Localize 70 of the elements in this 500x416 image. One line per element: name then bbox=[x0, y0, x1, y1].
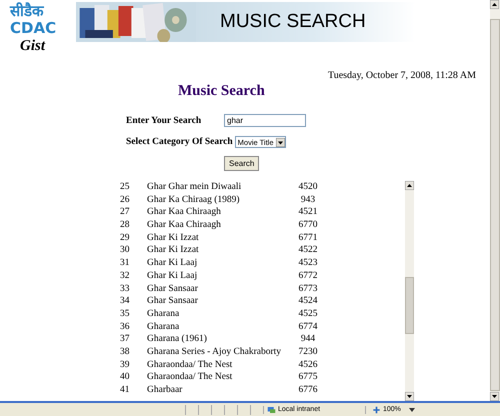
category-label: Select Category Of Search bbox=[126, 137, 233, 147]
row-number: 37 bbox=[120, 333, 130, 346]
movie-title: Ghar Ki Izzat bbox=[147, 244, 200, 258]
movie-code: 6775 bbox=[298, 371, 318, 384]
logo-text: CDAC bbox=[10, 20, 58, 36]
page-heading: Music Search bbox=[177, 83, 266, 100]
logo-tagline: Gist bbox=[19, 37, 46, 56]
search-label: Enter Your Search bbox=[126, 116, 202, 126]
movie-code: 4526 bbox=[298, 358, 318, 372]
row-number: 36 bbox=[120, 320, 130, 334]
row-number: 35 bbox=[120, 308, 130, 321]
movie-title: Ghar Kaa Chiraagh bbox=[147, 206, 222, 220]
row-number: 39 bbox=[120, 358, 130, 372]
movie-code: 6776 bbox=[298, 384, 318, 397]
scroll-down-icon[interactable] bbox=[490, 392, 499, 401]
movie-code: 6771 bbox=[298, 232, 318, 244]
row-number: 29 bbox=[120, 232, 130, 244]
movie-code: 6770 bbox=[298, 219, 318, 232]
movie-code: 4520 bbox=[298, 181, 318, 194]
movie-title: Ghar Ghar mein Diwaali bbox=[147, 181, 242, 194]
dropdown-arrow-icon bbox=[276, 138, 285, 146]
movie-title: Ghar Ki Izzat bbox=[147, 232, 200, 244]
movie-code: 6774 bbox=[298, 320, 318, 334]
row-number: 25 bbox=[120, 181, 130, 194]
scroll-up-icon[interactable] bbox=[490, 0, 499, 9]
movie-code: 4524 bbox=[298, 295, 318, 308]
movie-title: Ghar Sansaar bbox=[147, 295, 199, 308]
row-number: 32 bbox=[120, 270, 130, 282]
network-icon bbox=[267, 406, 276, 414]
movie-title: Gharana Series - Ajoy Chakraborty bbox=[147, 346, 282, 359]
zoom-icon bbox=[372, 406, 381, 414]
movie-title: Gharaondaa/ The Nest bbox=[147, 371, 234, 384]
banner-title: MUSIC SEARCH bbox=[220, 11, 366, 33]
row-number: 31 bbox=[120, 257, 130, 270]
row-number: 41 bbox=[120, 384, 130, 397]
movie-title: Gharaondaa/ The Nest bbox=[147, 358, 234, 372]
row-number: 26 bbox=[120, 194, 130, 206]
scroll-down-icon[interactable] bbox=[405, 392, 414, 401]
movie-code: 6773 bbox=[298, 282, 318, 296]
search-field[interactable]: ghar bbox=[224, 114, 306, 127]
movie-title: Ghar Ka Chiraag (1989) bbox=[147, 194, 241, 206]
movie-title: Gharana bbox=[147, 308, 180, 321]
caret-icon[interactable] bbox=[408, 408, 415, 412]
movie-title: Ghar Sansaar bbox=[147, 282, 199, 296]
row-number: 38 bbox=[120, 346, 130, 359]
movie-title: Ghar Ki Laaj bbox=[147, 270, 198, 282]
row-number: 34 bbox=[120, 295, 130, 308]
movie-title: Gharana (1961) bbox=[147, 333, 208, 346]
movie-title: Gharana bbox=[147, 320, 180, 334]
logo-devanagari: सीडैक bbox=[10, 2, 45, 20]
movie-title: Gharbaar bbox=[147, 384, 184, 397]
row-number: 28 bbox=[120, 219, 130, 232]
date-time: Tuesday, October 7, 2008, 11:28 AM bbox=[328, 70, 477, 81]
search-button[interactable]: Search bbox=[224, 156, 260, 171]
movie-code: 944 bbox=[300, 333, 316, 346]
row-number: 33 bbox=[120, 282, 130, 296]
row-number: 30 bbox=[120, 244, 130, 258]
list-scrollbar[interactable] bbox=[405, 181, 414, 401]
movie-code: 943 bbox=[300, 194, 316, 206]
movie-code: 6772 bbox=[298, 270, 318, 282]
movie-code: 4521 bbox=[298, 206, 318, 220]
movie-code: 4522 bbox=[298, 244, 318, 258]
scroll-up-icon[interactable] bbox=[405, 181, 414, 190]
movie-code: 4525 bbox=[298, 308, 318, 321]
movie-title: Ghar Kaa Chiraagh bbox=[147, 219, 222, 232]
movie-title: Ghar Ki Laaj bbox=[147, 257, 198, 270]
row-number: 27 bbox=[120, 206, 130, 220]
movie-code: 4523 bbox=[298, 257, 318, 270]
row-number: 40 bbox=[120, 371, 130, 384]
movie-code: 7230 bbox=[298, 346, 318, 359]
